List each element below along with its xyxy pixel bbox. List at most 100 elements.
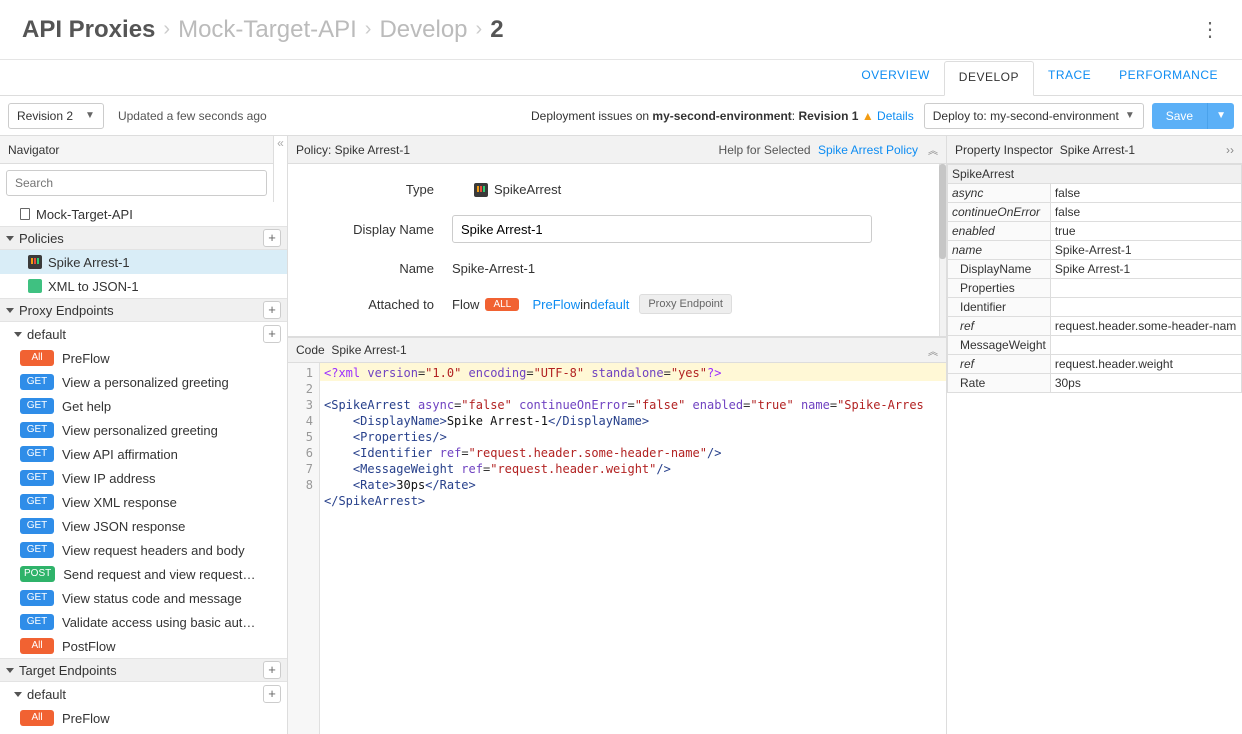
updated-text: Updated a few seconds ago xyxy=(118,109,267,123)
tab-develop[interactable]: DEVELOP xyxy=(944,61,1034,96)
nav-group-proxy-endpoints[interactable]: Proxy Endpoints+ xyxy=(0,298,287,322)
type-value: SpikeArrest xyxy=(494,182,561,197)
nav-group-policies[interactable]: Policies+ xyxy=(0,226,287,250)
search-input[interactable] xyxy=(6,170,267,196)
tab-overview[interactable]: OVERVIEW xyxy=(847,60,943,95)
policy-form: Type SpikeArrest Display Name Name Spike… xyxy=(288,164,946,337)
all-badge: ALL xyxy=(485,298,519,311)
details-link[interactable]: Details xyxy=(877,109,914,123)
name-label: Name xyxy=(302,261,452,276)
chevron-right-icon: › xyxy=(365,18,372,41)
default-link[interactable]: default xyxy=(590,297,629,312)
prop-row[interactable]: Properties xyxy=(948,279,1242,298)
nav-flow-item[interactable]: GETView request headers and body xyxy=(0,538,287,562)
prop-row[interactable]: refrequest.header.some-header-nam xyxy=(948,317,1242,336)
chevron-down-icon xyxy=(6,308,14,313)
policy-title: Policy: Spike Arrest-1 xyxy=(296,143,410,157)
nav-flow-item[interactable]: AllPostFlow xyxy=(0,634,287,658)
breadcrumb-root[interactable]: API Proxies xyxy=(22,16,155,44)
chevron-down-icon: ▼ xyxy=(1125,110,1135,121)
nav-flow-item[interactable]: GETView IP address xyxy=(0,466,287,490)
method-badge: GET xyxy=(20,446,54,462)
tab-bar: OVERVIEW DEVELOP TRACE PERFORMANCE xyxy=(0,60,1242,96)
add-button[interactable]: + xyxy=(263,685,281,703)
nav-flow-item[interactable]: AllPreFlow xyxy=(0,346,287,370)
tab-trace[interactable]: TRACE xyxy=(1034,60,1105,95)
add-button[interactable]: + xyxy=(263,661,281,679)
method-badge: All xyxy=(20,638,54,654)
preflow-link[interactable]: PreFlow xyxy=(532,297,580,312)
save-button[interactable]: Save xyxy=(1152,103,1207,129)
save-dropdown[interactable]: ▼ xyxy=(1207,103,1234,129)
nav-flow-item[interactable]: GETView status code and message xyxy=(0,586,287,610)
add-button[interactable]: + xyxy=(263,301,281,319)
prop-row[interactable]: Rate30ps xyxy=(948,374,1242,393)
method-badge: GET xyxy=(20,614,54,630)
navigator-title: Navigator xyxy=(0,136,273,164)
prop-row[interactable]: MessageWeight xyxy=(948,336,1242,355)
chevron-down-icon xyxy=(6,668,14,673)
method-badge: POST xyxy=(20,566,55,582)
deploy-to-select[interactable]: Deploy to: my-second-environment ▼ xyxy=(924,103,1144,129)
chevron-down-icon xyxy=(14,692,22,697)
add-button[interactable]: + xyxy=(263,325,281,343)
method-badge: All xyxy=(20,710,54,726)
code-name: Spike Arrest-1 xyxy=(331,343,406,357)
warning-icon: ▲ xyxy=(862,109,877,123)
nav-flow-item[interactable]: GETView personalized greeting xyxy=(0,418,287,442)
nav-flow-item[interactable]: POSTSend request and view request… xyxy=(0,562,287,586)
nav-flow-item[interactable]: GETView XML response xyxy=(0,490,287,514)
displayname-label: Display Name xyxy=(302,222,452,237)
nav-proxy-root[interactable]: Mock-Target-API xyxy=(0,202,287,226)
nav-policy-item[interactable]: Spike Arrest-1 xyxy=(0,250,287,274)
nav-flow-item[interactable]: GETGet help xyxy=(0,394,287,418)
name-value: Spike-Arrest-1 xyxy=(452,261,535,276)
nav-flow-item[interactable]: GETView API affirmation xyxy=(0,442,287,466)
prop-row[interactable]: asyncfalse xyxy=(948,184,1242,203)
collapse-icon[interactable]: ︽ xyxy=(928,142,938,157)
collapse-icon[interactable]: ︽ xyxy=(928,343,938,358)
chevron-down-icon: ▼ xyxy=(85,110,95,121)
deploy-to-label: Deploy to: my-second-environment xyxy=(933,109,1119,123)
method-badge: GET xyxy=(20,422,54,438)
prop-row[interactable]: DisplayNameSpike Arrest-1 xyxy=(948,260,1242,279)
revision-select[interactable]: Revision 2 ▼ xyxy=(8,103,104,129)
method-badge: GET xyxy=(20,374,54,390)
help-link[interactable]: Spike Arrest Policy xyxy=(818,143,918,157)
breadcrumb-proxy[interactable]: Mock-Target-API xyxy=(178,16,357,44)
nav-flow-item[interactable]: GETValidate access using basic aut… xyxy=(0,610,287,634)
method-badge: GET xyxy=(20,470,54,486)
displayname-input[interactable] xyxy=(452,215,872,243)
code-editor[interactable]: 12345678 <?xml version="1.0" encoding="U… xyxy=(288,363,946,734)
add-button[interactable]: + xyxy=(263,229,281,247)
deployment-issue: Deployment issues on my-second-environme… xyxy=(531,109,914,123)
policy-icon xyxy=(28,279,42,293)
nav-endpoint[interactable]: default+ xyxy=(0,682,287,706)
collapse-navigator-icon[interactable]: « xyxy=(273,136,287,202)
expand-icon[interactable]: ›› xyxy=(1226,143,1234,157)
tab-performance[interactable]: PERFORMANCE xyxy=(1105,60,1232,95)
nav-group-target-endpoints[interactable]: Target Endpoints+ xyxy=(0,658,287,682)
inspector-header: Property Inspector Spike Arrest-1 ›› xyxy=(947,136,1242,164)
center-panel: Policy: Spike Arrest-1 Help for Selected… xyxy=(288,136,946,734)
policy-header: Policy: Spike Arrest-1 Help for Selected… xyxy=(288,136,946,164)
prop-row[interactable]: enabledtrue xyxy=(948,222,1242,241)
kebab-menu-icon[interactable]: ⋮ xyxy=(1200,17,1220,42)
chevron-down-icon xyxy=(14,332,22,337)
spike-arrest-icon xyxy=(474,183,488,197)
breadcrumb: API Proxies › Mock-Target-API › Develop … xyxy=(0,0,1242,60)
prop-row[interactable]: nameSpike-Arrest-1 xyxy=(948,241,1242,260)
breadcrumb-develop[interactable]: Develop xyxy=(379,16,467,44)
prop-row[interactable]: refrequest.header.weight xyxy=(948,355,1242,374)
attached-label: Attached to xyxy=(302,297,452,312)
nav-flow-item[interactable]: AllPreFlow xyxy=(0,706,287,730)
nav-policy-item[interactable]: XML to JSON-1 xyxy=(0,274,287,298)
scrollbar[interactable] xyxy=(939,164,946,336)
nav-endpoint[interactable]: default+ xyxy=(0,322,287,346)
nav-flow-item[interactable]: AllPostFlow xyxy=(0,730,287,734)
nav-flow-item[interactable]: GETView JSON response xyxy=(0,514,287,538)
prop-row[interactable]: Identifier xyxy=(948,298,1242,317)
prop-row[interactable]: continueOnErrorfalse xyxy=(948,203,1242,222)
nav-flow-item[interactable]: GETView a personalized greeting xyxy=(0,370,287,394)
method-badge: GET xyxy=(20,590,54,606)
